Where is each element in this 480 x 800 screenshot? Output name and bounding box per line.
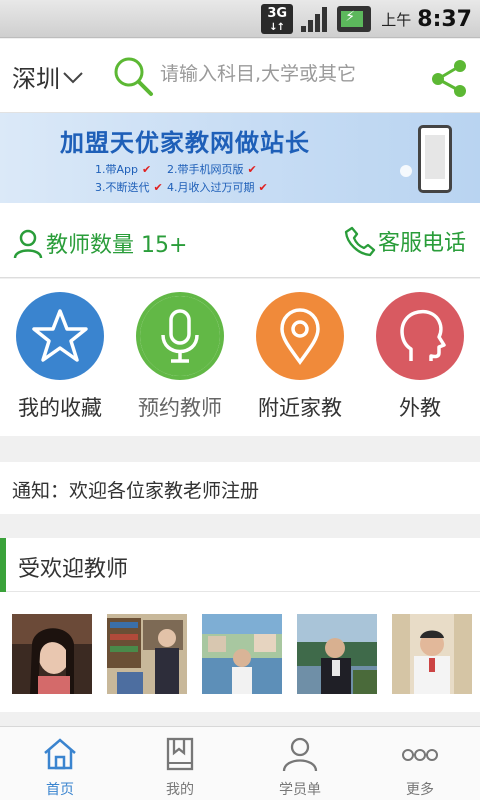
city-selector[interactable]: 深圳 (12, 59, 84, 94)
battery-charging-icon (337, 6, 372, 32)
location-pin-icon (256, 292, 344, 380)
phone-icon (344, 226, 376, 257)
person-outline-icon (13, 229, 43, 259)
person-icon (282, 737, 318, 772)
status-ampm: 上午 (381, 10, 412, 29)
section-accent-bar (0, 538, 6, 592)
teacher-photo[interactable] (12, 614, 92, 694)
bookmark-book-icon (166, 737, 194, 771)
action-favorites[interactable]: 我的收藏 (0, 292, 120, 422)
action-label: 附近家教 (258, 396, 342, 420)
search-icon[interactable] (112, 55, 154, 97)
more-dots-icon (402, 749, 438, 761)
bottom-nav: 首页 我的 学员单 更多 (0, 726, 480, 800)
nav-home[interactable]: 首页 (0, 727, 120, 800)
chevron-down-icon (63, 71, 83, 83)
banner-point: 2.带手机网页版 ✔ (167, 163, 257, 176)
quick-actions: 我的收藏 预约教师 附近家教 外教 (0, 279, 480, 436)
banner-point: 3.不断迭代 ✔ (95, 181, 163, 194)
banner-point: 1.带App ✔ (95, 163, 152, 176)
teacher-count: 教师数量 15+ (12, 227, 187, 259)
teacher-photo[interactable] (297, 614, 377, 694)
search-header: 深圳 (0, 39, 480, 113)
head-profile-icon (376, 292, 464, 380)
nav-label: 我的 (166, 782, 194, 798)
popular-teachers-list (0, 592, 480, 712)
banner-point: 4.月收入过万可期 ✔ (167, 181, 268, 194)
share-icon[interactable] (428, 57, 470, 99)
nav-mine[interactable]: 我的 (120, 727, 240, 800)
section-title: 受欢迎教师 (18, 557, 129, 582)
action-label: 外教 (399, 396, 441, 420)
phone-illustration (418, 125, 452, 193)
action-book-teacher[interactable]: 预约教师 (120, 292, 240, 422)
teacher-photo[interactable] (392, 614, 472, 694)
star-icon (16, 292, 104, 380)
status-bar: 3G↓↑ 上午 8:37 (0, 0, 480, 38)
action-nearby-tutors[interactable]: 附近家教 (240, 292, 360, 422)
action-label: 预约教师 (138, 396, 222, 420)
city-label: 深圳 (12, 65, 60, 93)
search-input[interactable] (160, 63, 400, 85)
nav-more[interactable]: 更多 (360, 727, 480, 800)
notice-bar[interactable]: 通知：欢迎各位家教老师注册 (0, 462, 480, 514)
carousel-dot[interactable] (400, 165, 412, 177)
service-phone-button[interactable]: 客服电话 (344, 225, 466, 257)
popular-teachers-header: 受欢迎教师 (0, 538, 480, 592)
action-foreign-teacher[interactable]: 外教 (360, 292, 480, 422)
action-label: 我的收藏 (18, 396, 102, 420)
notice-text: 通知：欢迎各位家教老师注册 (12, 480, 260, 502)
nav-label: 首页 (46, 782, 74, 798)
teacher-photo[interactable] (107, 614, 187, 694)
status-time: 8:37 (417, 6, 472, 32)
home-icon (44, 738, 76, 770)
info-row: 教师数量 15+ 客服电话 (0, 203, 480, 278)
promo-banner[interactable]: 加盟天优家教网做站长 1.带App ✔ 2.带手机网页版 ✔ 3.不断迭代 ✔ 4.月… (0, 113, 480, 203)
nav-student-orders[interactable]: 学员单 (240, 727, 360, 800)
nav-label: 学员单 (279, 782, 321, 798)
nav-label: 更多 (406, 782, 434, 798)
teacher-photo[interactable] (202, 614, 282, 694)
microphone-icon (136, 292, 224, 380)
network-3g-icon: 3G ↓↑ (261, 4, 294, 34)
signal-icon (299, 4, 331, 34)
banner-title: 加盟天优家教网做站长 (60, 129, 310, 157)
